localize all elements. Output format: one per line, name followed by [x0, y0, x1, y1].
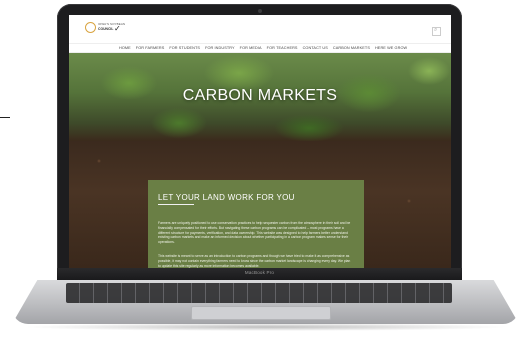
nav-item-for-industry[interactable]: FOR INDUSTRY [205, 46, 235, 50]
nav-item-for-farmers[interactable]: FOR FARMERS [136, 46, 165, 50]
laptop-trackpad [191, 306, 331, 320]
sun-logo-icon [85, 22, 96, 33]
intro-paragraph-1: Farmers are uniquely positioned to use c… [158, 221, 351, 245]
nav-item-carbon-markets[interactable]: CARBON MARKETS [333, 46, 370, 50]
nav-item-for-teachers[interactable]: FOR TEACHERS [267, 46, 298, 50]
search-button[interactable]: ⌕ [432, 27, 441, 36]
nav-item-contact-us[interactable]: CONTACT US [303, 46, 328, 50]
logo-text-bottom: COUNCIL [98, 27, 114, 31]
nav-item-for-students[interactable]: FOR STUDENTS [169, 46, 200, 50]
nav-list: HOME FOR FARMERS FOR STUDENTS FOR INDUST… [119, 46, 407, 50]
intro-paragraph-2: This website is meant to serve as an int… [158, 254, 351, 268]
site-header: IOWA'S SOYBEAN COUNCIL ✓ ⌕ [69, 15, 451, 43]
side-dash-fragment [0, 117, 10, 118]
model-label: MacBook Pro [244, 270, 275, 275]
search-icon: ⌕ [434, 27, 438, 33]
intro-card: LET YOUR LAND WORK FOR YOU Farmers are u… [148, 180, 364, 268]
laptop-chin: MacBook Pro [57, 268, 462, 280]
nav-item-home[interactable]: HOME [119, 46, 131, 50]
nav-item-for-media[interactable]: FOR MEDIA [240, 46, 262, 50]
laptop-shadow [22, 323, 510, 331]
heading-divider [158, 204, 194, 205]
camera-icon [258, 9, 262, 13]
hero-title: CARBON MARKETS [182, 87, 338, 104]
main-nav: HOME FOR FARMERS FOR STUDENTS FOR INDUST… [69, 43, 451, 53]
logo-text-top: IOWA'S SOYBEAN [98, 22, 126, 26]
nav-item-here-we-grow[interactable]: HERE WE GROW [375, 46, 407, 50]
checkmark-icon: ✓ [114, 24, 121, 33]
hero-banner: CARBON MARKETS [69, 53, 451, 141]
laptop-screen: IOWA'S SOYBEAN COUNCIL ✓ ⌕ HOME FOR FARM… [69, 15, 451, 268]
laptop-keyboard [66, 283, 452, 303]
card-heading: LET YOUR LAND WORK FOR YOU [158, 193, 295, 202]
site-logo[interactable]: IOWA'S SOYBEAN COUNCIL ✓ [85, 21, 125, 35]
